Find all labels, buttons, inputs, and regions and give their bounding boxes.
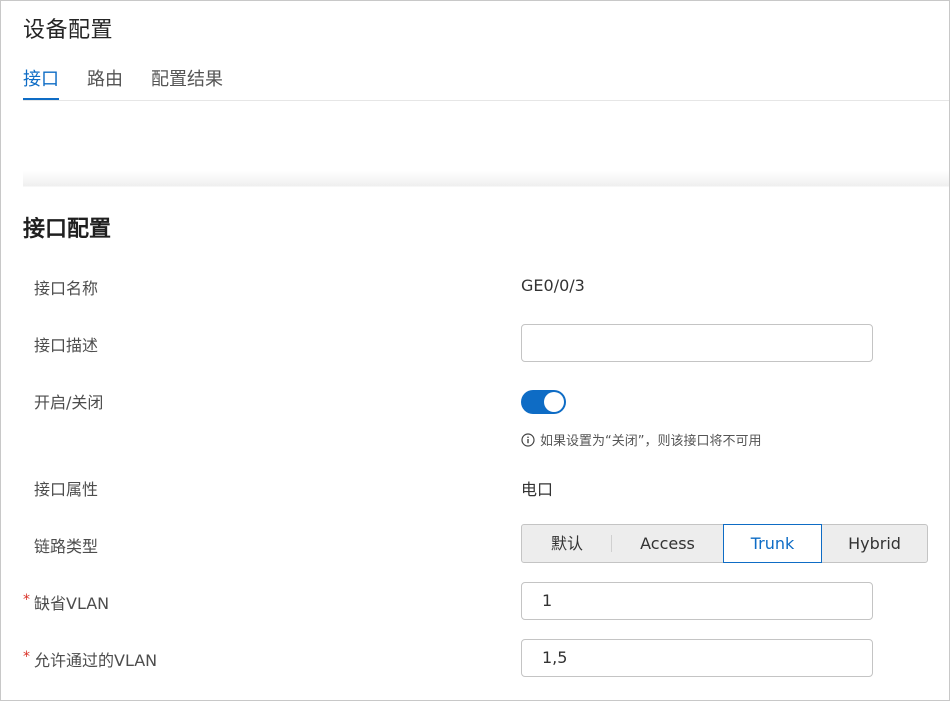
enable-hint-text: 如果设置为“关闭”，则该接口将不可用 <box>540 434 762 449</box>
link-type-option-trunk[interactable]: Trunk <box>723 524 822 563</box>
required-mark: * <box>23 649 30 665</box>
tab-interface[interactable]: 接口 <box>23 65 59 100</box>
page-title: 设备配置 <box>23 18 114 43</box>
enable-hint: 如果设置为“关闭”，则该接口将不可用 <box>521 430 761 449</box>
section-divider <box>23 171 949 187</box>
interface-desc-input[interactable] <box>521 324 873 362</box>
allowed-vlan-input[interactable]: 1,5 <box>521 639 873 677</box>
info-icon <box>521 432 535 447</box>
link-type-option-hybrid[interactable]: Hybrid <box>822 525 927 562</box>
link-type-selector: 默认 Access Trunk Hybrid <box>521 524 928 563</box>
tab-config-result[interactable]: 配置结果 <box>151 65 223 100</box>
default-vlan-label: 缺省VLAN <box>34 594 110 613</box>
interface-attr-label: 接口属性 <box>34 480 99 499</box>
link-type-option-access[interactable]: Access <box>612 525 723 562</box>
link-type-option-default[interactable]: 默认 <box>522 525 612 562</box>
allowed-vlan-label: 允许通过的VLAN <box>34 651 158 670</box>
interface-desc-label: 接口描述 <box>34 336 99 355</box>
device-config-panel: 设备配置 接口 路由 配置结果 接口配置 接口名称 GE0/0/3 接口描述 开… <box>0 0 950 701</box>
interface-attr-value: 电口 <box>521 480 554 499</box>
toggle-knob <box>544 392 564 412</box>
section-title: 接口配置 <box>23 217 112 242</box>
tab-routing[interactable]: 路由 <box>87 65 123 100</box>
default-vlan-input[interactable]: 1 <box>521 582 873 620</box>
tab-bar: 接口 路由 配置结果 <box>23 65 949 101</box>
enable-toggle[interactable] <box>521 390 566 414</box>
link-type-label: 链路类型 <box>34 537 99 556</box>
interface-name-label: 接口名称 <box>34 279 99 298</box>
interface-name-value: GE0/0/3 <box>521 276 585 295</box>
enable-label: 开启/关闭 <box>34 393 104 412</box>
required-mark: * <box>23 592 30 608</box>
